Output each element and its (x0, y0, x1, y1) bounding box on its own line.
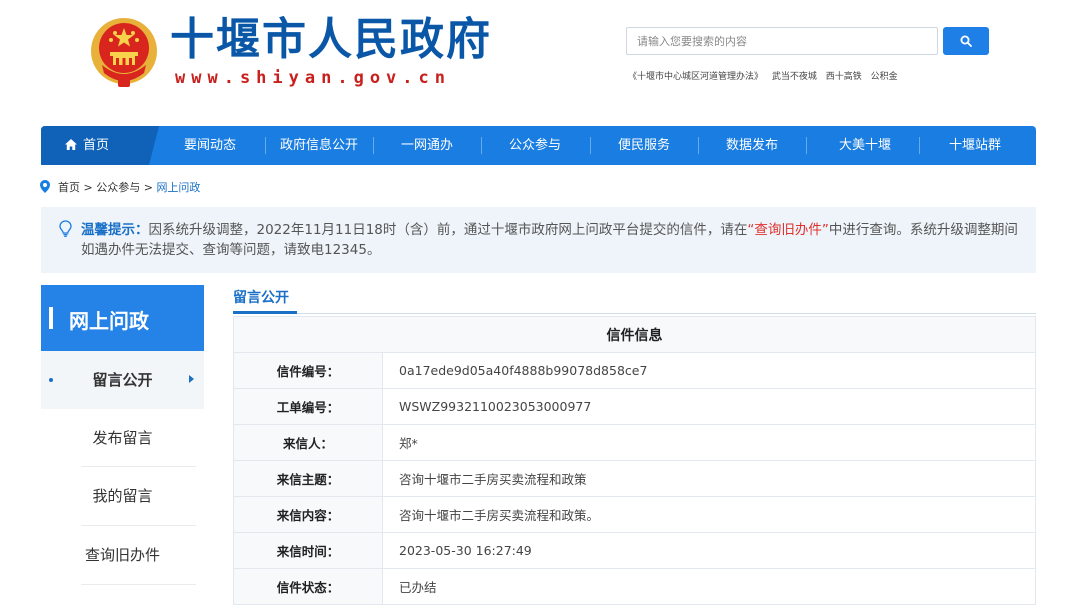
search-button[interactable] (943, 27, 989, 55)
sidebar: 网上问政 留言公开 发布留言 我的留言 查询旧办件 (41, 285, 204, 615)
table-row: 来信内容： 咨询十堰市二手房买卖流程和政策。 (233, 496, 1036, 533)
main-nav: 首页 要闻动态 政府信息公开 一网通办 公众参与 便民服务 数据发布 大美十堰 … (41, 126, 1036, 165)
breadcrumb: 首页 > 公众参与 > 网上问政 (40, 179, 200, 195)
sidebar-divider (81, 584, 196, 585)
table-caption: 信件信息 (233, 316, 1036, 353)
nav-item-site-group[interactable]: 十堰站群 (921, 126, 1029, 165)
table-row: 来信主题： 咨询十堰市二手房买卖流程和政策 (233, 460, 1036, 497)
letter-info-table: 信件信息 信件编号： 0a17ede9d05a40f4888b99078d858… (233, 316, 1036, 605)
nav-item-news[interactable]: 要闻动态 (156, 126, 264, 165)
row-value: 咨询十堰市二手房买卖流程和政策。 (382, 496, 1036, 533)
sidebar-header-accent (49, 307, 53, 329)
sidebar-item-label: 我的留言 (92, 487, 153, 505)
table-row: 来信时间： 2023-05-30 16:27:49 (233, 532, 1036, 569)
row-label: 来信时间： (233, 532, 383, 569)
row-value: 已办结 (382, 568, 1036, 605)
hot-search-links: 《十堰市中心城区河道管理办法》 武当不夜城 西十高铁 公积金 (628, 69, 904, 82)
breadcrumb-current[interactable]: 网上问政 (156, 181, 200, 194)
nav-item-home[interactable]: 首页 (41, 126, 149, 165)
breadcrumb-separator: > (80, 181, 97, 194)
table-row: 来信人： 郑* (233, 424, 1036, 461)
nav-item-scenery[interactable]: 大美十堰 (811, 126, 919, 165)
notice-banner: 温馨提示：因系统升级调整，2022年11月11日18时（含）前，通过十堰市政府网… (41, 207, 1036, 273)
hot-link[interactable]: 西十高铁 (826, 72, 862, 82)
nav-item-gov-info[interactable]: 政府信息公开 (265, 126, 373, 165)
sidebar-item-label: 发布留言 (92, 429, 153, 447)
active-tab-underline (233, 311, 297, 314)
site-url[interactable]: www.shiyan.gov.cn (175, 68, 451, 88)
home-icon (65, 139, 77, 150)
row-value: WSWZ9932110023053000977 (382, 388, 1036, 425)
table-row: 信件状态： 已办结 (233, 568, 1036, 605)
row-value: 咨询十堰市二手房买卖流程和政策 (382, 460, 1036, 497)
sidebar-item-label: 留言公开 (92, 371, 153, 389)
sidebar-item-query-old-cases[interactable]: 查询旧办件 (41, 526, 204, 584)
notice-text: 温馨提示：因系统升级调整，2022年11月11日18时（含）前，通过十堰市政府网… (81, 220, 1021, 260)
row-label: 来信主题： (233, 460, 383, 497)
sidebar-item-my-messages[interactable]: 我的留言 (41, 467, 204, 525)
table-row: 工单编号： WSWZ9932110023053000977 (233, 388, 1036, 425)
search-icon (960, 35, 972, 47)
query-old-cases-link[interactable]: “查询旧办件” (747, 222, 829, 238)
table-row: 信件编号： 0a17ede9d05a40f4888b99078d858ce7 (233, 352, 1036, 389)
content-divider (233, 313, 1036, 314)
nav-item-services[interactable]: 便民服务 (590, 126, 698, 165)
lightbulb-icon (59, 220, 72, 237)
sidebar-item-public-messages[interactable]: 留言公开 (41, 351, 204, 409)
table-caption-row: 信件信息 (233, 316, 1036, 353)
row-value: 2023-05-30 16:27:49 (382, 532, 1036, 569)
hot-link[interactable]: 武当不夜城 (772, 72, 817, 82)
sidebar-item-post-message[interactable]: 发布留言 (41, 409, 204, 467)
row-label: 来信内容： (233, 496, 383, 533)
notice-text-before: 因系统升级调整，2022年11月11日18时（含）前，通过十堰市政府网上问政平台… (148, 222, 748, 238)
notice-title: 温馨提示： (81, 222, 149, 238)
breadcrumb-separator: > (140, 181, 157, 194)
hot-link[interactable]: 《十堰市中心城区河道管理办法》 (628, 72, 763, 82)
nav-divider (919, 137, 920, 154)
site-header: 十堰市人民政府 www.shiyan.gov.cn 《十堰市中心城区河道管理办法… (0, 0, 1080, 120)
row-label: 信件编号： (233, 352, 383, 389)
chevron-right-icon (189, 375, 194, 383)
row-label: 来信人： (233, 424, 383, 461)
tab-public-messages[interactable]: 留言公开 (233, 287, 289, 307)
active-dot-icon (49, 378, 53, 382)
sidebar-title: 网上问政 (69, 309, 149, 333)
site-title[interactable]: 十堰市人民政府 (170, 14, 492, 66)
sidebar-item-label: 查询旧办件 (84, 546, 160, 564)
nav-item-data[interactable]: 数据发布 (698, 126, 806, 165)
nav-item-participation[interactable]: 公众参与 (481, 126, 589, 165)
location-pin-icon (40, 180, 50, 193)
hot-link[interactable]: 公积金 (871, 72, 898, 82)
row-label: 工单编号： (233, 388, 383, 425)
row-label: 信件状态： (233, 568, 383, 605)
nav-divider (806, 137, 807, 154)
row-value: 郑* (382, 424, 1036, 461)
breadcrumb-home[interactable]: 首页 (58, 181, 80, 194)
nav-home-label: 首页 (83, 138, 110, 153)
search-input[interactable] (626, 27, 938, 55)
nav-item-one-stop[interactable]: 一网通办 (373, 126, 481, 165)
page: 十堰市人民政府 www.shiyan.gov.cn 《十堰市中心城区河道管理办法… (0, 0, 1080, 615)
breadcrumb-parent[interactable]: 公众参与 (96, 181, 140, 194)
row-value: 0a17ede9d05a40f4888b99078d858ce7 (382, 352, 1036, 389)
sidebar-header: 网上问政 (41, 285, 204, 351)
national-emblem-icon (91, 18, 157, 87)
